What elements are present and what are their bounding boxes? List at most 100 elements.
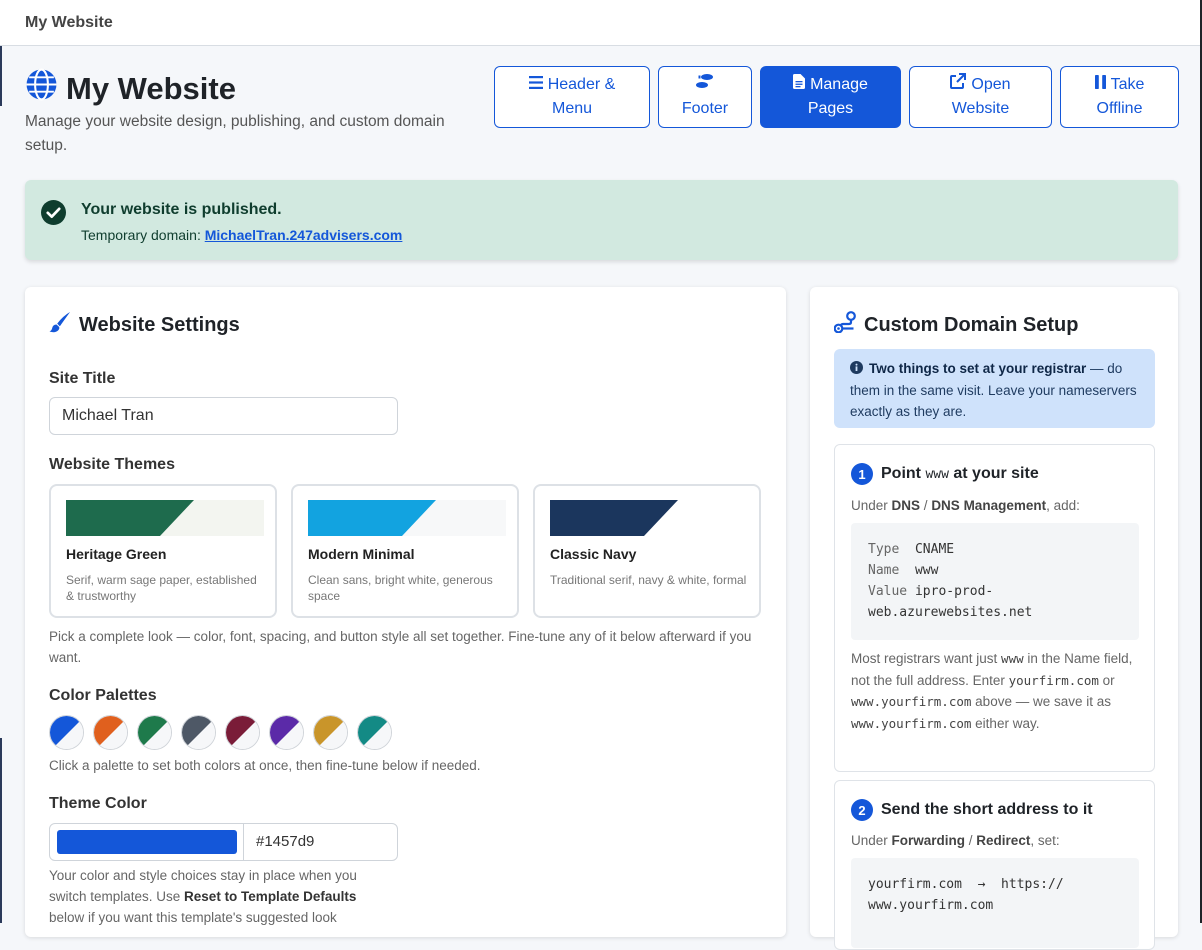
step-1-instructions: Under DNS / DNS Management, add: xyxy=(851,495,1141,517)
step-1-under-b1: DNS xyxy=(891,498,921,513)
open-website-button[interactable]: Open Website xyxy=(909,66,1052,128)
bars-icon xyxy=(528,73,543,97)
temporary-domain-link[interactable]: MichaelTran.247advisers.com xyxy=(205,227,403,243)
forwarding-line-2[interactable]: www.yourfirm.com xyxy=(868,895,1122,916)
theme-description: Traditional serif, navy & white, formal xyxy=(550,573,747,587)
temporary-domain-label: Temporary domain: xyxy=(81,227,201,243)
theme-swatch xyxy=(308,500,506,536)
step-number-badge: 1 xyxy=(851,463,873,485)
theme-swatch xyxy=(550,500,748,536)
temporary-domain-text: Temporary domain: MichaelTran.247adviser… xyxy=(81,227,402,243)
palette-swatch[interactable] xyxy=(225,715,260,750)
take-offline-label-1: Take xyxy=(1110,76,1145,93)
theme-color-help-text: Your color and style choices stay in pla… xyxy=(49,865,379,928)
custom-domain-title: Custom Domain Setup xyxy=(833,311,1079,339)
palettes-help-text: Click a palette to set both colors at on… xyxy=(49,758,481,773)
custom-domain-card: Custom Domain Setup Two things to set at… xyxy=(810,287,1178,950)
external-link-icon xyxy=(950,73,967,97)
step-2-under-a: Under xyxy=(851,833,892,848)
color-palettes-label: Color Palettes xyxy=(49,687,157,704)
footer-button[interactable]: Footer xyxy=(658,66,752,128)
step-2-under-sep: / xyxy=(965,833,977,848)
forwarding-line-1[interactable]: yourfirm.com → https:// xyxy=(868,874,1122,895)
step-1-note-code-3: www.yourfirm.com xyxy=(851,694,972,709)
palette-swatch[interactable] xyxy=(93,715,128,750)
step-2-under-b1: Forwarding xyxy=(891,833,966,848)
theme-color-label: Theme Color xyxy=(49,795,147,812)
record-value-line-1[interactable]: ipro-prod- xyxy=(915,584,993,599)
step-1-note-code-4: www.yourfirm.com xyxy=(851,715,972,731)
page-title: My Website xyxy=(25,68,236,109)
palette-swatch[interactable] xyxy=(181,715,216,750)
theme-card-modern-minimal[interactable]: Modern Minimal Clean sans, bright white,… xyxy=(291,484,519,618)
theme-name: Classic Navy xyxy=(550,546,637,562)
theme-card-classic-navy[interactable]: Classic Navy Traditional serif, navy & w… xyxy=(533,484,761,618)
left-edge-divider xyxy=(0,46,2,106)
step-1-title-a: Point xyxy=(881,465,926,482)
open-website-label-1: Open xyxy=(971,76,1011,93)
record-name-value[interactable]: www xyxy=(915,563,938,578)
record-type-value[interactable]: CNAME xyxy=(915,542,954,557)
palette-swatch[interactable] xyxy=(313,715,348,750)
step-1-note: Most registrars want just www in the Nam… xyxy=(851,648,1141,734)
record-name-row: Name www xyxy=(868,560,1122,581)
step-2-heading: 2 Send the short address to it xyxy=(851,799,1093,821)
route-icon xyxy=(833,311,856,339)
manage-pages-button[interactable]: Manage Pages xyxy=(760,66,901,128)
published-title: Your website is published. xyxy=(81,201,282,218)
registrar-info-box: Two things to set at your registrar — do… xyxy=(834,349,1155,428)
window-title-bar: My Website xyxy=(0,0,1202,46)
step-1-title: Point www at your site xyxy=(881,465,1039,483)
take-offline-button[interactable]: Take Offline xyxy=(1060,66,1179,128)
palette-swatch[interactable] xyxy=(137,715,172,750)
footer-label: Footer xyxy=(681,100,729,117)
palette-swatch[interactable] xyxy=(269,715,304,750)
step-1-under-a: Under xyxy=(851,498,892,513)
window-title: My Website xyxy=(25,13,113,31)
take-offline-label-2: Offline xyxy=(1096,100,1143,117)
step-1-note-1: Most registrars want just xyxy=(851,651,1002,666)
check-circle-icon xyxy=(41,200,66,230)
header-menu-button[interactable]: Header & Menu xyxy=(494,66,650,128)
left-edge-divider-lower xyxy=(0,738,2,923)
step-2-title: Send the short address to it xyxy=(881,801,1093,818)
file-icon xyxy=(793,73,806,97)
theme-color-swatch[interactable] xyxy=(57,830,237,854)
theme-color-hex-input[interactable]: #1457d9 xyxy=(256,833,314,850)
website-settings-title-text: Website Settings xyxy=(79,313,240,336)
step-1-box: 1 Point www at your site Under DNS / DNS… xyxy=(834,444,1155,772)
step-2-box: 2 Send the short address to it Under For… xyxy=(834,780,1155,950)
step-1-note-code-2: yourfirm.com xyxy=(1008,672,1099,688)
step-number-badge: 2 xyxy=(851,799,873,821)
theme-description: Clean sans, bright white, generous space xyxy=(308,573,493,603)
theme-color-field: #1457d9 xyxy=(49,823,398,861)
theme-name: Heritage Green xyxy=(66,546,167,562)
record-value-row: Value ipro-prod- xyxy=(868,581,1122,602)
step-1-note-4: above — we save it as xyxy=(971,694,1111,709)
site-title-input[interactable]: Michael Tran xyxy=(49,397,398,435)
step-1-heading: 1 Point www at your site xyxy=(851,463,1039,485)
step-1-under-sep: / xyxy=(920,498,932,513)
step-1-title-b: at your site xyxy=(948,465,1039,482)
info-circle-icon xyxy=(850,359,863,380)
site-title-label: Site Title xyxy=(49,370,116,387)
palette-swatch[interactable] xyxy=(49,715,84,750)
pause-icon xyxy=(1094,73,1106,97)
shoe-prints-icon xyxy=(695,73,715,97)
manage-pages-label-2: Pages xyxy=(807,100,854,117)
step-1-title-code: www xyxy=(925,467,949,482)
step-1-under-b2: DNS Management xyxy=(931,498,1047,513)
themes-help-text: Pick a complete look — color, font, spac… xyxy=(49,629,752,665)
record-type-key: Type xyxy=(868,542,900,557)
theme-card-heritage-green[interactable]: Heritage Green Serif, warm sage paper, e… xyxy=(49,484,277,618)
palette-swatch[interactable] xyxy=(357,715,392,750)
published-banner: Your website is published. Temporary dom… xyxy=(25,180,1178,260)
theme-description: Serif, warm sage paper, established & tr… xyxy=(66,573,257,603)
custom-domain-title-text: Custom Domain Setup xyxy=(864,313,1079,336)
site-title-value: Michael Tran xyxy=(62,407,154,424)
theme-color-divider xyxy=(243,824,244,860)
record-value-line-2[interactable]: web.azurewebsites.net xyxy=(868,602,1122,623)
step-2-under-c: , set: xyxy=(1030,833,1060,848)
paintbrush-icon xyxy=(49,311,71,339)
website-settings-card: Website Settings Site Title Michael Tran… xyxy=(25,287,786,937)
